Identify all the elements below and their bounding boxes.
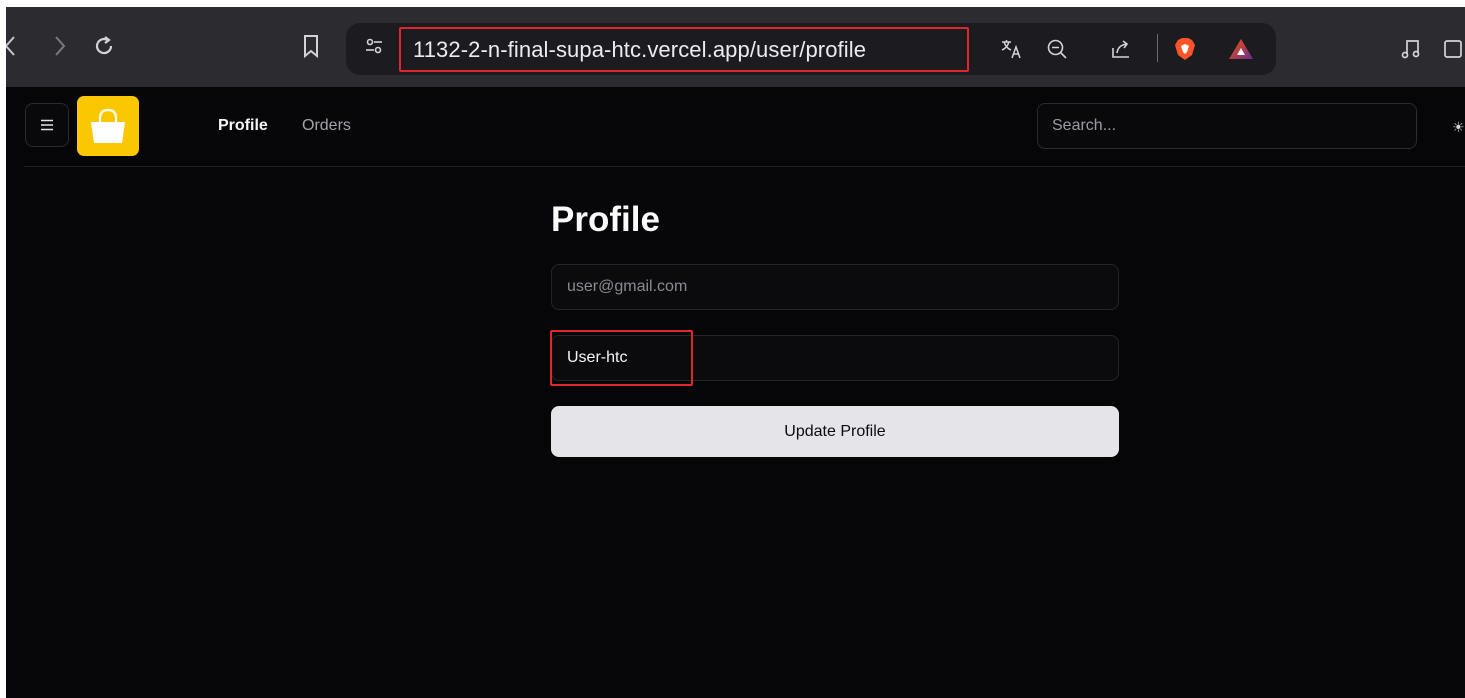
url-text[interactable]: 1132-2-n-final-supa-htc.vercel.app/user/… bbox=[399, 27, 969, 72]
update-profile-button[interactable]: Update Profile bbox=[551, 406, 1119, 457]
hamburger-icon bbox=[41, 119, 53, 131]
forward-icon[interactable] bbox=[46, 29, 74, 63]
browser-toolbar: 1132-2-n-final-supa-htc.vercel.app/user/… bbox=[6, 7, 1465, 87]
toolbar-separator bbox=[1157, 34, 1158, 62]
theme-toggle-icon[interactable]: ☀ bbox=[1452, 119, 1465, 136]
shopping-bag-icon bbox=[91, 108, 125, 143]
brave-shields-icon[interactable] bbox=[1170, 34, 1200, 64]
browser-window: 1132-2-n-final-supa-htc.vercel.app/user/… bbox=[6, 7, 1465, 698]
bookmark-icon[interactable] bbox=[297, 29, 325, 63]
brave-rewards-icon[interactable] bbox=[1226, 34, 1256, 64]
sidebar-icon[interactable] bbox=[1438, 34, 1465, 64]
translate-icon[interactable] bbox=[996, 34, 1026, 64]
header-divider bbox=[24, 166, 1465, 167]
share-icon[interactable] bbox=[1106, 34, 1136, 64]
media-icon[interactable] bbox=[1396, 34, 1426, 64]
logo[interactable] bbox=[77, 96, 139, 156]
app-header: Profile Orders ☀ bbox=[6, 87, 1465, 167]
nav-orders[interactable]: Orders bbox=[302, 117, 351, 135]
zoom-out-icon[interactable] bbox=[1042, 34, 1072, 64]
back-icon[interactable] bbox=[6, 29, 24, 63]
site-settings-icon[interactable] bbox=[360, 29, 388, 63]
search-input[interactable] bbox=[1037, 103, 1417, 149]
menu-button[interactable] bbox=[25, 103, 69, 147]
reload-icon[interactable] bbox=[90, 29, 118, 63]
nav-profile[interactable]: Profile bbox=[218, 117, 268, 135]
name-field[interactable] bbox=[551, 335, 1119, 381]
email-field[interactable] bbox=[551, 264, 1119, 310]
page-title: Profile bbox=[551, 200, 660, 239]
